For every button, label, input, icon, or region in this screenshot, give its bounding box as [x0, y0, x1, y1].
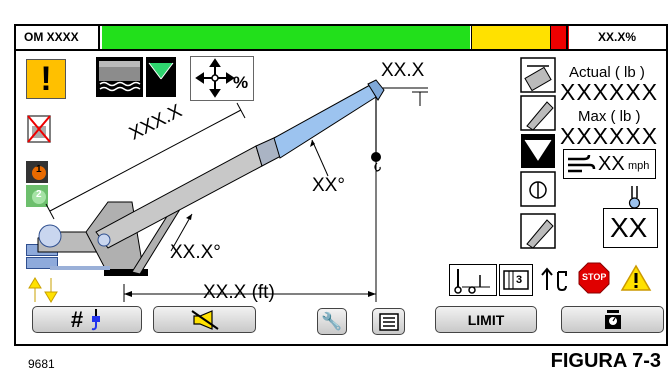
capacity-percent: XX.X%	[566, 26, 666, 49]
fly-boom	[273, 84, 377, 159]
tip-height-readout: XX.X	[381, 60, 425, 81]
anti-two-block-icon[interactable]	[540, 266, 570, 292]
warning-triangle-icon[interactable]	[620, 264, 652, 292]
parts-of-line-box: XX	[603, 208, 658, 248]
base-pivot	[38, 224, 62, 248]
horn-mute-icon	[190, 309, 219, 330]
figure-code: 9681	[28, 357, 55, 371]
limit-button-label: LIMIT	[467, 311, 505, 328]
parts-of-line-value: XX	[610, 212, 648, 243]
wind-speed-box: XX mph	[563, 149, 656, 179]
outrigger-icon	[454, 269, 490, 294]
wrench-icon: 🔧	[321, 311, 343, 331]
stop-sign-text: STOP	[582, 272, 607, 282]
wind-speed-unit: mph	[628, 160, 650, 172]
boom-pin	[97, 233, 111, 247]
hook-block	[371, 152, 381, 162]
sheave-count: 3	[516, 274, 523, 286]
status-bar: OM XXXX XX.X%	[16, 26, 666, 51]
crane-display-screen: OM XXXX XX.X% ! % 1 2 XXX.X XX.X XX° XX.…	[14, 24, 668, 346]
actual-load-value: XXXXXX	[560, 79, 659, 105]
list-button[interactable]	[372, 308, 405, 335]
crane-diagram	[37, 79, 428, 302]
scale-icon	[604, 309, 621, 329]
figure-caption: FIGURA 7-3	[550, 350, 661, 372]
right-icon-column	[520, 57, 556, 249]
max-load-value: XXXXXX	[560, 123, 659, 149]
outrigger-icon-box[interactable]	[449, 264, 497, 296]
model-label: OM XXXX	[16, 26, 100, 49]
hash-symbol: #	[70, 306, 84, 332]
hook-block-icon	[628, 186, 641, 209]
hook-icon	[91, 308, 101, 330]
radius-readout: XX.X (ft)	[203, 282, 275, 303]
base-boom	[95, 145, 263, 249]
hook-count-button[interactable]: #	[32, 306, 142, 333]
scale-button[interactable]	[561, 306, 664, 333]
boom-angle-leader	[311, 139, 329, 177]
boom-angle-readout: XX°	[312, 175, 345, 196]
horn-mute-button[interactable]	[153, 306, 256, 333]
capacity-bar-yellow	[471, 26, 550, 49]
list-icon	[378, 312, 399, 331]
wind-speed-value: XX	[598, 153, 625, 175]
sheave-icon-box[interactable]: 3	[499, 264, 533, 296]
limit-button[interactable]: LIMIT	[435, 306, 537, 333]
tools-button[interactable]: 🔧	[317, 308, 347, 335]
base-angle-readout: XX.X°	[170, 242, 221, 263]
wind-icon	[568, 154, 596, 173]
capacity-bar-green	[102, 26, 470, 49]
